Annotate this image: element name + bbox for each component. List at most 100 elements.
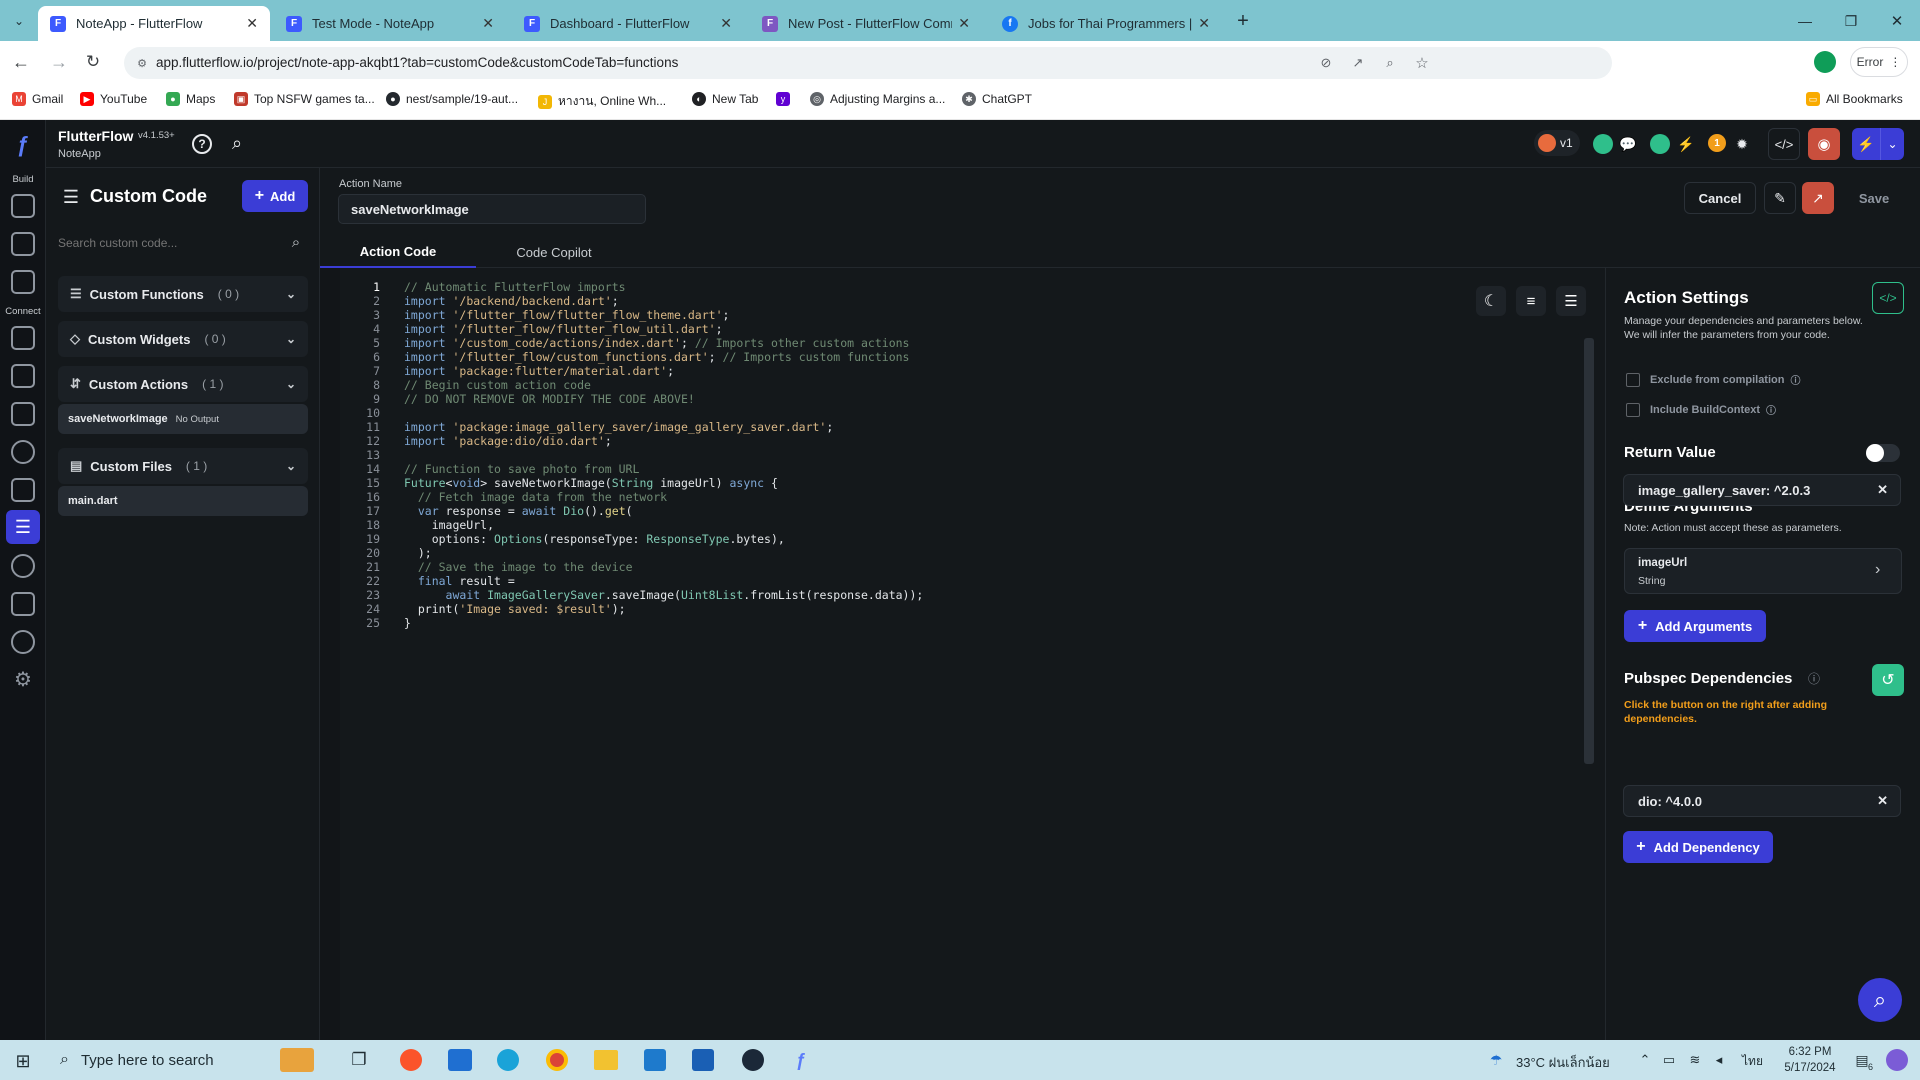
mail-icon[interactable] [448,1049,472,1071]
tab-action-code[interactable]: Action Code [320,236,476,268]
widget-tree-icon[interactable] [11,232,35,256]
format-align-icon[interactable]: ≡ [1516,286,1546,316]
project-name[interactable]: NoteApp [58,148,101,160]
check-status-icon[interactable] [1593,134,1613,154]
add-dependency-button[interactable]: + Add Dependency [1623,831,1773,863]
api-calls-icon[interactable] [11,440,35,464]
storyboard-icon[interactable] [11,326,35,350]
code-line[interactable]: import 'package:dio/dio.dart'; [404,434,612,448]
tab-noteapp[interactable]: F NoteApp - FlutterFlow ✕ [38,6,270,41]
file-item-main-dart[interactable]: main.dart [58,486,308,516]
volume-icon[interactable]: ◂ [1710,1050,1728,1070]
site-info-icon[interactable]: ⚙ [134,55,150,71]
store-icon[interactable] [692,1049,714,1071]
code-line[interactable]: // Begin custom action code [404,378,591,392]
close-window-icon[interactable]: ✕ [1886,10,1908,32]
code-view-icon[interactable]: </> [1768,128,1800,160]
add-button[interactable]: + Add [242,180,308,212]
code-line[interactable]: import 'package:image_gallery_saver/imag… [404,420,833,434]
cloud-functions-icon[interactable] [11,554,35,578]
tab-jobs[interactable]: f Jobs for Thai Programmers | # ✕ [990,6,1222,41]
search-icon[interactable]: ⌕ [226,132,248,154]
version-badge[interactable]: v1 [1534,130,1580,156]
vscode-icon[interactable] [644,1049,666,1071]
remove-dependency-icon[interactable]: ✕ [1877,793,1888,809]
warning-count-badge[interactable]: 1 [1708,134,1726,152]
tab-test-mode[interactable]: F Test Mode - NoteApp ✕ [274,6,506,41]
close-icon[interactable]: ✕ [482,15,494,32]
bookmark-jobs[interactable]: J หางาน, Online Wh... [538,92,666,111]
return-value-toggle[interactable] [1866,444,1900,462]
task-view-icon[interactable]: ❐ [348,1049,370,1071]
code-line[interactable]: // DO NOT REMOVE OR MODIFY THE CODE ABOV… [404,392,695,406]
code-line[interactable]: print('Image saved: $result'); [404,602,626,616]
wifi-icon[interactable]: ≋ [1686,1050,1704,1070]
dark-mode-moon-icon[interactable]: ☾ [1476,286,1506,316]
app-state-icon[interactable] [11,402,35,426]
close-icon[interactable]: ✕ [720,15,732,32]
action-item-save-network-image[interactable]: saveNetworkImage No Output [58,404,308,434]
info-icon[interactable]: ⓘ [1766,402,1776,417]
code-line[interactable]: import '/custom_code/actions/index.dart'… [404,336,909,350]
tab-code-copilot[interactable]: Code Copilot [476,236,632,268]
indent-icon[interactable]: ☰ [1556,286,1586,316]
bookmark-maps[interactable]: ● Maps [166,92,215,106]
run-menu-button[interactable]: ⚡ ⌄ [1852,128,1904,160]
exclude-from-compilation-checkbox[interactable]: Exclude from compilation ⓘ [1626,372,1800,387]
clock[interactable]: 6:32 PM 5/17/2024 [1778,1044,1842,1076]
preview-eye-icon[interactable]: ◉ [1808,128,1840,160]
edit-signature-icon[interactable]: ✎ [1764,182,1796,214]
code-line[interactable]: // Automatic FlutterFlow imports [404,280,626,294]
add-arguments-button[interactable]: + Add Arguments [1624,610,1766,642]
tab-search-icon[interactable]: ⌄ [8,10,30,32]
taskbar-search-box[interactable]: ⌕ Type here to search [48,1040,258,1080]
star-bookmark-icon[interactable]: ☆ [1412,53,1432,73]
bookmark-games[interactable]: ▣ Top NSFW games ta... [234,92,375,106]
address-bar[interactable]: ⚙ app.flutterflow.io/project/note-app-ak… [124,47,1612,79]
network-icon[interactable]: ▭ [1660,1050,1678,1070]
comments-icon[interactable]: 💬 [1618,134,1638,154]
code-line[interactable]: options: Options(responseType: ResponseT… [404,532,785,546]
new-tab-plus-icon[interactable]: + [1232,10,1254,32]
show-hidden-icons-chevron-icon[interactable]: ⌃ [1636,1050,1654,1070]
include-build-context-checkbox[interactable]: Include BuildContext ⓘ [1626,402,1776,417]
url-text[interactable]: app.flutterflow.io/project/note-app-akqb… [156,55,678,70]
tab-dashboard[interactable]: F Dashboard - FlutterFlow ✕ [512,6,744,41]
firestore-icon[interactable] [11,364,35,388]
dependency-row[interactable]: image_gallery_saver: ^2.0.3 ✕ [1623,474,1901,506]
restore-icon[interactable]: ❐ [1840,10,1862,32]
no-camera-icon[interactable]: ⊘ [1316,53,1336,73]
code-line[interactable]: var response = await Dio().get( [404,504,633,518]
media-assets-icon[interactable] [11,478,35,502]
file-explorer-icon[interactable] [594,1050,618,1070]
weather-text[interactable]: 33°C ฝนเล็กน้อย [1516,1052,1610,1073]
brave-browser-icon[interactable] [400,1049,422,1071]
close-icon[interactable]: ✕ [958,15,970,32]
bug-icon[interactable]: ✹ [1732,134,1752,154]
code-line[interactable]: import 'package:flutter/material.dart'; [404,364,674,378]
section-custom-widgets[interactable]: ◇ Custom Widgets ( 0 ) ⌄ [58,321,308,357]
settings-gear-icon[interactable]: ⚙ [10,666,36,692]
page-selector-icon[interactable] [11,194,35,218]
profile-avatar[interactable] [1814,51,1836,73]
copilot-icon[interactable] [1886,1049,1908,1071]
help-icon[interactable]: ? [192,134,212,154]
close-icon[interactable]: ✕ [1198,15,1210,32]
save-button[interactable]: Save [1842,182,1906,214]
chrome-browser-icon[interactable] [546,1049,568,1071]
forward-arrow-icon[interactable]: → [48,51,70,73]
search-fab-icon[interactable]: ⌕ [1858,978,1902,1022]
dependency-row[interactable]: dio: ^4.0.0 ✕ [1623,785,1901,817]
bookmark-yahoo[interactable]: y [776,92,796,106]
cancel-button[interactable]: Cancel [1684,182,1756,214]
lightning-list-icon[interactable]: ⚡ [1676,134,1696,154]
code-line[interactable]: await ImageGallerySaver.saveImage(Uint8L… [404,588,924,602]
steam-icon[interactable] [742,1049,764,1071]
input-language[interactable]: ไทย [1742,1052,1763,1071]
code-line[interactable]: // Save the image to the device [404,560,633,574]
all-bookmarks[interactable]: ▭ All Bookmarks [1806,92,1903,106]
flutterflow-app-icon[interactable]: ƒ [790,1049,812,1071]
bookmark-margins[interactable]: ◎ Adjusting Margins a... [810,92,945,106]
agent-icon[interactable] [11,592,35,616]
theme-settings-icon[interactable] [11,630,35,654]
